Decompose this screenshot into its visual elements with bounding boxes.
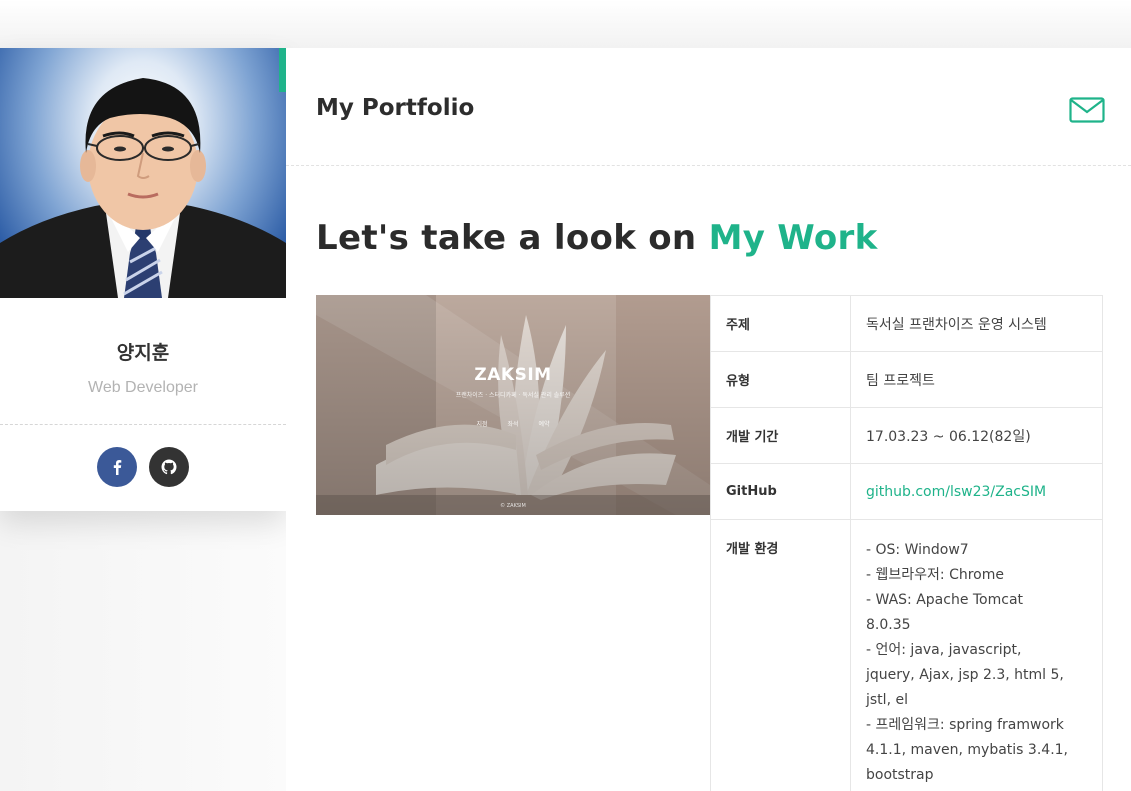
page-title: My Portfolio [316,95,475,121]
profile-divider [0,424,286,425]
env-line: - 웹브라우저: Chrome [866,567,1004,583]
heading-accent: My Work [708,218,878,258]
table-row: 개발 환경 - OS: Window7 - 웹브라우저: Chrome - WA… [710,519,1103,791]
zaksim-nav-item: 좌석 [507,421,519,428]
row-value: 17.03.23 ~ 06.12(82일) [850,407,1103,464]
zaksim-subtitle: 프랜차이즈 · 스터디카페 · 독서실 관리 솔루션 [455,392,571,399]
person-portrait [0,78,286,298]
github-icon [161,459,177,475]
accent-strip [279,48,286,92]
row-label: 개발 기간 [710,407,851,464]
env-line: jquery, Ajax, jsp 2.3, html 5, [866,667,1064,683]
profile-role: Web Developer [88,379,198,396]
main-panel: My Portfolio Let's take a look on My Wor… [286,48,1131,791]
zaksim-nav: 지점 좌석 예약 [316,419,710,428]
env-line: jstl, el [866,692,908,708]
row-label: 유형 [710,351,851,408]
facebook-button[interactable] [97,447,137,487]
env-line: bootstrap [866,767,934,783]
main-header: My Portfolio [286,48,1131,166]
profile-card: 양지훈 Web Developer [0,48,286,511]
env-line: - WAS: Apache Tomcat [866,592,1024,608]
zaksim-logo: ZAKSIM [474,365,552,385]
mail-icon[interactable] [1069,97,1105,123]
env-line: - 프레임워크: spring framwork [866,717,1064,733]
row-value: 독서실 프랜차이즈 운영 시스템 [850,295,1103,352]
section-heading: Let's take a look on My Work [316,218,878,258]
project-info-table: 주제 독서실 프랜차이즈 운영 시스템 유형 팀 프로젝트 개발 기간 17.0… [710,295,1103,791]
heading-prefix: Let's take a look on [316,218,709,258]
row-value: github.com/lsw23/ZacSIM [850,463,1103,520]
image-overlay [316,295,710,515]
zaksim-footer: © ZAKSIM [500,503,526,509]
env-line: 8.0.35 [866,617,911,633]
dev-environment: - OS: Window7 - 웹브라우저: Chrome - WAS: Apa… [850,519,1103,791]
table-row: GitHub github.com/lsw23/ZacSIM [710,463,1103,520]
row-label: GitHub [710,463,851,520]
profile-photo [0,48,286,298]
profile-name: 양지훈 [116,342,170,364]
zaksim-nav-item: 지점 [476,421,488,428]
env-line: 4.1.1, maven, mybatis 3.4.1, [866,742,1068,758]
github-link[interactable]: github.com/lsw23/ZacSIM [866,484,1046,500]
social-links [0,447,286,487]
env-line: - 언어: java, javascript, [866,642,1022,658]
facebook-icon [113,460,122,475]
row-label: 개발 환경 [710,519,851,791]
project-screenshot[interactable]: ZAKSIM 프랜차이즈 · 스터디카페 · 독서실 관리 솔루션 지점 좌석 … [316,295,710,515]
zaksim-nav-item: 예약 [538,421,550,428]
table-row: 유형 팀 프로젝트 [710,351,1103,408]
github-button[interactable] [149,447,189,487]
row-label: 주제 [710,295,851,352]
env-line: - OS: Window7 [866,542,969,558]
table-row: 주제 독서실 프랜차이즈 운영 시스템 [710,295,1103,352]
table-row: 개발 기간 17.03.23 ~ 06.12(82일) [710,407,1103,464]
row-value: 팀 프로젝트 [850,351,1103,408]
top-background [0,0,1131,48]
